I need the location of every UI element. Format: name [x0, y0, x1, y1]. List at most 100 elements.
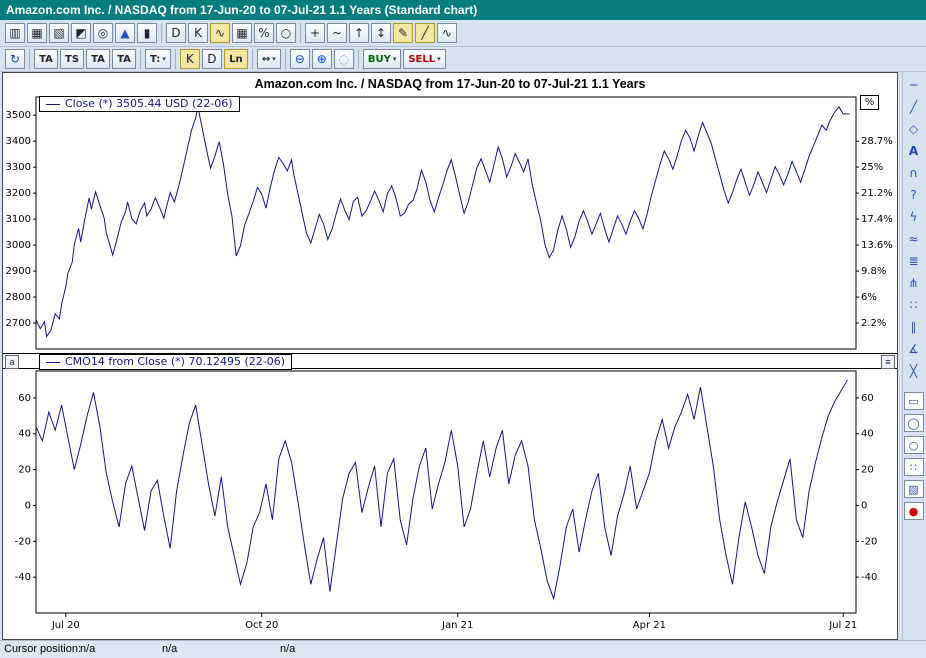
ellipse-shape-icon[interactable]: ◯ [904, 414, 924, 432]
percent-axis-label: % [860, 95, 879, 110]
refresh-data-icon[interactable]: ↻ [5, 49, 25, 69]
toolbar-sep [175, 49, 176, 69]
ta-list-icon[interactable]: TA [112, 49, 136, 69]
price-pane: 27002800290030003100320033003400350028.7… [3, 93, 897, 353]
pane-collapse-button[interactable]: ≡ [881, 355, 895, 369]
sell-order-button[interactable]: SELL▾ [403, 49, 445, 69]
dots-shape-icon[interactable]: ∷ [904, 458, 924, 476]
export-image-icon[interactable]: ▧ [49, 23, 69, 43]
diamond-marker-tool-icon[interactable]: ◇ [905, 120, 923, 138]
svg-text:2.2%: 2.2% [861, 318, 886, 329]
volume-histogram-icon[interactable]: ▮ [137, 23, 157, 43]
svg-text:-20: -20 [15, 536, 31, 547]
grid-toggle-icon[interactable]: ▦ [232, 23, 252, 43]
svg-text:Apr 21: Apr 21 [633, 620, 666, 631]
record-stop-icon[interactable]: ● [904, 502, 924, 520]
svg-text:3300: 3300 [6, 162, 31, 173]
svg-text:25%: 25% [861, 162, 883, 173]
svg-text:-40: -40 [15, 572, 31, 583]
app-window: Amazon.com Inc. / NASDAQ from 17-Jun-20 … [0, 0, 926, 658]
svg-text:60: 60 [18, 393, 31, 404]
chart-title: Amazon.com Inc. / NASDAQ from 17-Jun-20 … [3, 73, 897, 93]
fibonacci-lines-tool-icon[interactable]: ≣ [905, 252, 923, 270]
smoothing-icon[interactable]: ~ [327, 23, 347, 43]
trend-line-tool-icon[interactable]: ╱ [905, 98, 923, 116]
cursor-position-value: n/a [280, 643, 295, 655]
angle-fan-tool-icon[interactable]: ∡ [905, 340, 923, 358]
circle-shape-icon[interactable]: ○ [904, 436, 924, 454]
print-chart-icon[interactable]: ◩ [71, 23, 91, 43]
fan-lines-tool-icon[interactable]: ⋔ [905, 274, 923, 292]
price-series-swatch [46, 104, 60, 105]
candle-k-toggle[interactable]: K [180, 49, 200, 69]
svg-text:Oct 20: Oct 20 [245, 620, 278, 631]
cursor-position-y: n/a [162, 643, 177, 655]
candle-mode-icon[interactable]: K [188, 23, 208, 43]
svg-text:3000: 3000 [6, 240, 31, 251]
vertical-hatch-tool-icon[interactable]: ∥ [905, 318, 923, 336]
cmo-series-swatch [46, 362, 60, 363]
crosshair-icon[interactable]: + [305, 23, 325, 43]
data-table-icon[interactable]: ▦ [27, 23, 47, 43]
new-analysis-icon[interactable]: ▲ [115, 23, 135, 43]
zoom-reset-icon[interactable]: ◌ [334, 49, 354, 69]
svg-text:13.6%: 13.6% [861, 240, 893, 251]
svg-text:3500: 3500 [6, 110, 31, 121]
svg-text:0: 0 [25, 500, 31, 511]
cross-hatch-tool-icon[interactable]: ╳ [905, 362, 923, 380]
scale-expand-icon[interactable]: ↑ [349, 23, 369, 43]
svg-text:2800: 2800 [6, 292, 31, 303]
svg-text:9.8%: 9.8% [861, 266, 886, 277]
cmo-chart[interactable]: -40-2002040606040200-20-40Jul 20Oct 20Ja… [3, 369, 897, 639]
cmo-legend-text: CMO14 from Close (*) 70.12495 (22-06) [65, 355, 285, 368]
arc-tool-icon[interactable]: ∩ [905, 164, 923, 182]
template-dropdown[interactable]: T:▾ [145, 49, 171, 69]
horizontal-line-tool-icon[interactable]: ─ [905, 76, 923, 94]
elliott-wave-tool-icon[interactable]: ϟ [905, 208, 923, 226]
dot-grid-tool-icon[interactable]: ∷ [905, 296, 923, 314]
time-scale-icon[interactable]: ○ [276, 23, 296, 43]
zigzag-tool-icon[interactable]: ≈ [905, 230, 923, 248]
trendline-pencil-icon[interactable]: ╱ [415, 23, 435, 43]
toolbar-sep [358, 49, 359, 69]
ts-signal-icon[interactable]: TS [60, 49, 84, 69]
dropdown-caret-icon: ▾ [393, 55, 397, 63]
svg-text:28.7%: 28.7% [861, 136, 893, 147]
scale-fit-icon[interactable]: ↕ [371, 23, 391, 43]
candle-d-toggle[interactable]: D [202, 49, 222, 69]
text-label-tool-icon[interactable]: A [905, 142, 923, 160]
ta-draw-icon[interactable]: TA [86, 49, 110, 69]
zoom-in-icon[interactable]: ⊕ [312, 49, 332, 69]
cmo-legend: CMO14 from Close (*) 70.12495 (22-06) [39, 354, 292, 370]
toolbar-sep [29, 49, 30, 69]
note-tool-icon[interactable]: ? [905, 186, 923, 204]
pane-option-button[interactable]: a [5, 355, 19, 369]
zigzag-indicator-icon[interactable]: ∿ [437, 23, 457, 43]
zoom-out-icon[interactable]: ⊖ [290, 49, 310, 69]
svg-text:Jul 21: Jul 21 [828, 620, 857, 631]
line-chart-mode-icon[interactable]: ∿ [210, 23, 230, 43]
cmo-pane: -40-2002040606040200-20-40Jul 20Oct 20Ja… [3, 369, 897, 639]
svg-text:-20: -20 [861, 536, 877, 547]
draw-pencil-icon[interactable]: ✎ [393, 23, 413, 43]
percent-scale-icon[interactable]: % [254, 23, 274, 43]
buy-order-button[interactable]: BUY▾ [363, 49, 402, 69]
indicator-pane-header: a CMO14 from Close (*) 70.12495 (22-06) … [3, 353, 897, 369]
pan-horizontal-dropdown[interactable]: ↔▾ [257, 49, 281, 69]
cursor-position-label: Cursor position: [4, 643, 81, 655]
cursor-position-x: n/a [80, 643, 95, 655]
toolbar-sep [300, 23, 301, 43]
status-bar: Cursor position: n/a n/a n/a [0, 640, 926, 658]
svg-text:17.4%: 17.4% [861, 214, 893, 225]
hatch-shape-icon[interactable]: ▨ [904, 480, 924, 498]
rectangle-shape-icon[interactable]: ▭ [904, 392, 924, 410]
chart-properties-icon[interactable]: ▥ [5, 23, 25, 43]
ohlc-bar-mode-icon[interactable]: D [166, 23, 186, 43]
search-quote-icon[interactable]: ◎ [93, 23, 113, 43]
price-legend: Close (*) 3505.44 USD (22-06) [39, 96, 240, 112]
toolbar-sep [252, 49, 253, 69]
svg-text:3100: 3100 [6, 214, 31, 225]
price-chart[interactable]: 27002800290030003100320033003400350028.7… [3, 93, 897, 353]
log-scale-toggle[interactable]: Ln [224, 49, 248, 69]
ta-indicator-icon[interactable]: TA [34, 49, 58, 69]
